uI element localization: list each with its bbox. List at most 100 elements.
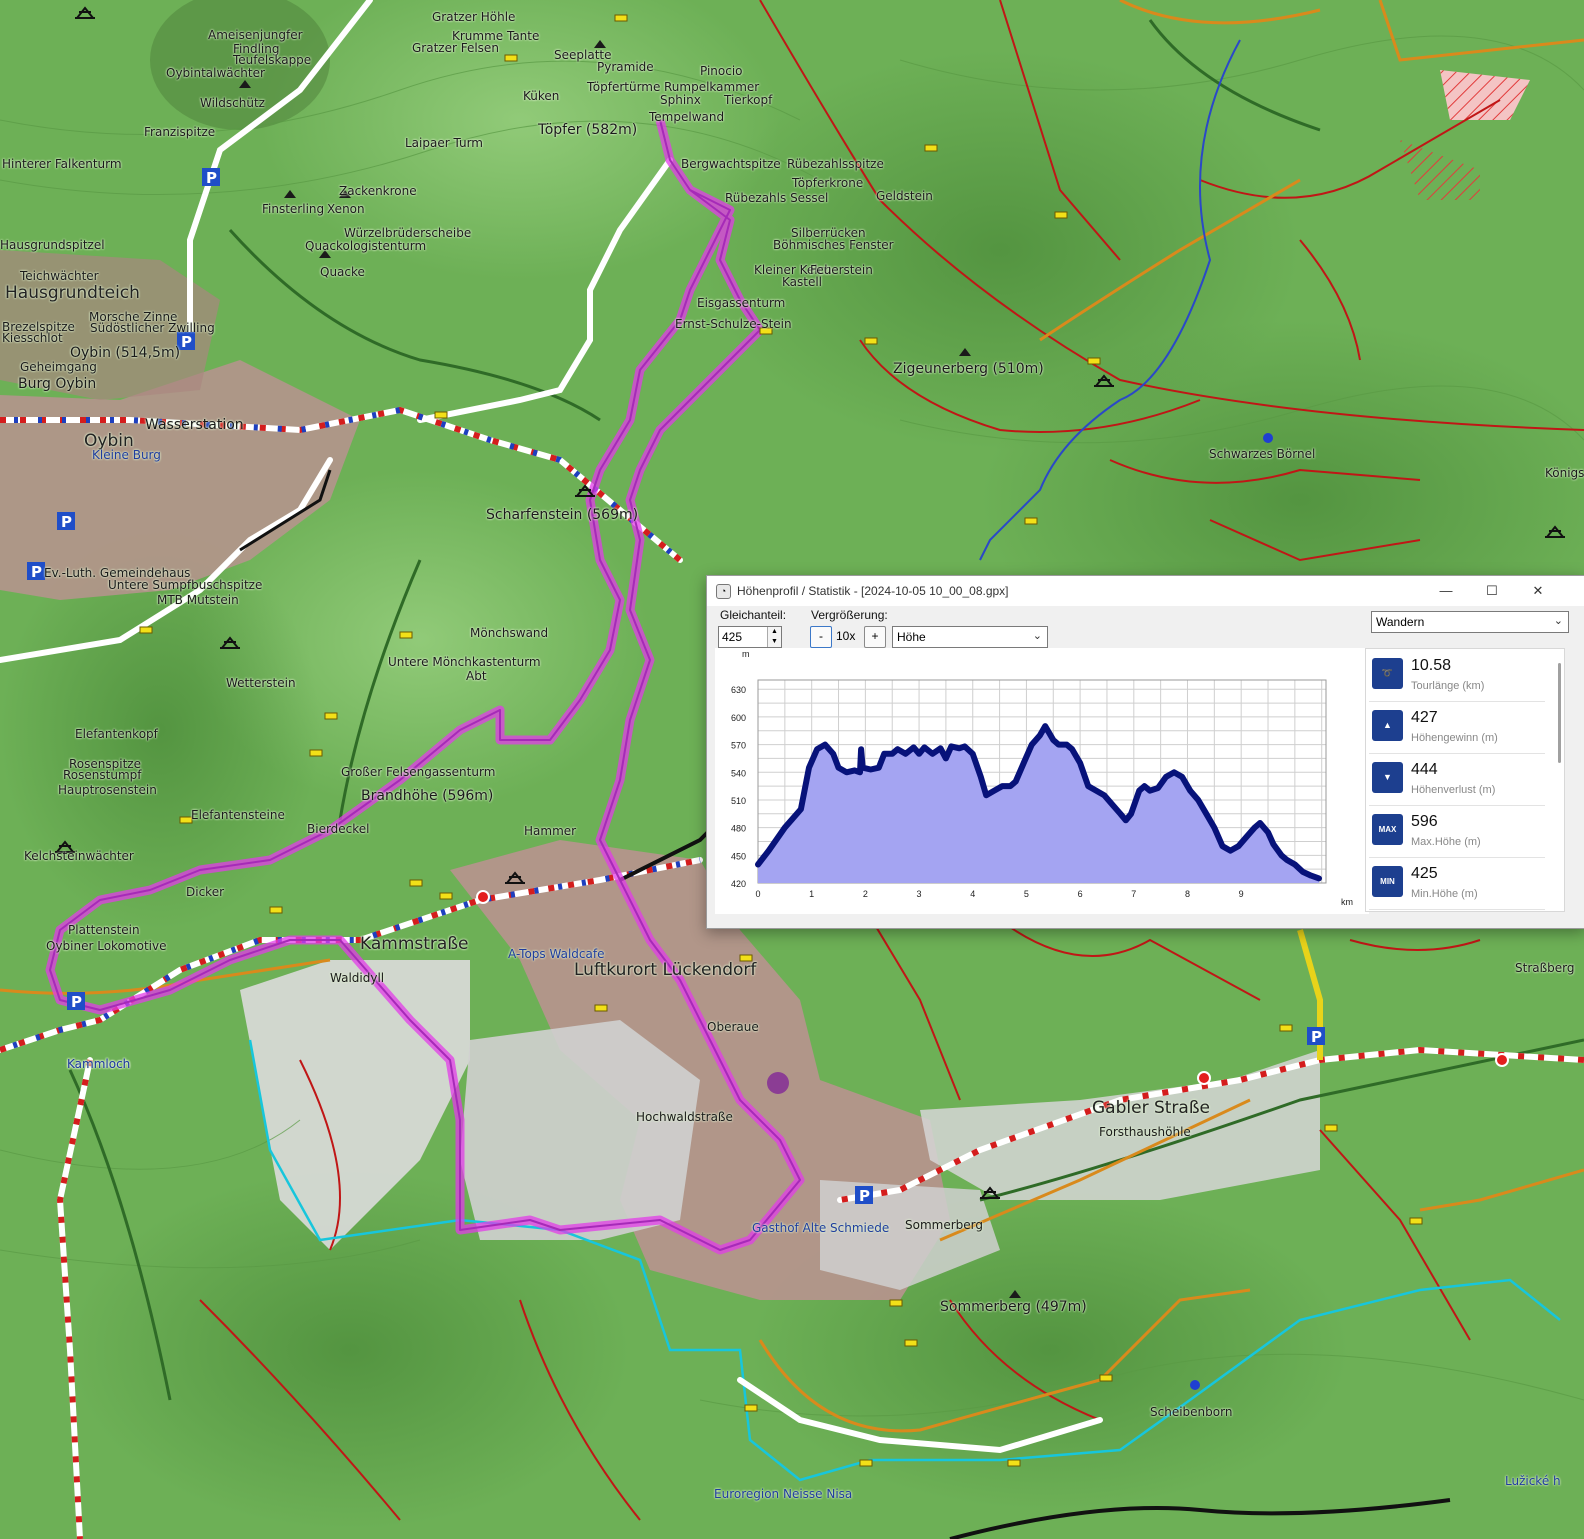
map-label: Kelchsteinwächter [24,849,134,863]
stat-value: 444 [1411,761,1438,778]
map-label: Quackologistenturm [305,239,427,253]
map-label: Scheibenborn [1150,1405,1233,1419]
map-label: Oberaue [707,1020,759,1034]
map-label: Königs [1545,466,1584,480]
map-label: Gabler Straße [1092,1098,1210,1118]
map-label: Elefantensteine [191,808,285,822]
map-label: Untere Mönchkastenturm [388,655,541,669]
x-tick-label: 2 [863,889,868,899]
y-tick-label: 540 [731,768,746,778]
stat-row: MIN 425 Min.Höhe (m) [1369,861,1545,910]
elevation-profile-window: ◔ Höhenprofil / Statistik - [2024-10-05 … [706,575,1584,929]
svg-text:P: P [206,169,217,187]
stat-row: ▲ 427 Höhengewinn (m) [1369,705,1545,754]
map-label: Ernst-Schulze-Stein [675,317,792,331]
map-label: Hochwaldstraße [636,1110,733,1124]
close-button[interactable]: ✕ [1515,576,1561,606]
chevron-down-icon: ⌄ [1553,615,1563,627]
spin-arrows-icon[interactable]: ▲ ▼ [767,627,781,647]
map-label: Waldidyll [330,971,385,985]
map-label: Kiesschlot [2,331,63,345]
stat-badge: MIN [1380,877,1395,886]
y-tick-label: 570 [731,741,746,751]
y-tick-label: 420 [731,879,746,889]
min-icon: MIN [1372,866,1403,897]
map-label: Laipaer Turm [405,136,483,150]
svg-text:P: P [61,513,72,531]
map-label: Bergwachtspitze [681,157,781,171]
map-label: Hinterer Falkenturm [2,157,122,171]
map-label: Zigeunerberg (510m) [893,361,1044,377]
map-label: Untere Sumpfbuschspitze [108,578,263,592]
map-label: Tierkopf [724,93,773,107]
map-label: Scharfenstein (569m) [486,507,639,523]
map-label: Brandhöhe (596m) [361,788,494,804]
x-tick-label: 1 [809,889,814,899]
stat-row: MAX 596 Max.Höhe (m) [1369,809,1545,858]
map-label: Gratzer Felsen [412,41,499,55]
map-label: Rübezahls Sessel [725,191,829,205]
zoom-out-button[interactable]: - [810,626,832,648]
stat-value: 427 [1411,709,1438,726]
activity-select[interactable]: Wandern ⌄ [1371,611,1569,633]
offset-spinbox[interactable]: 425 ▲ ▼ [718,626,782,648]
stat-row: ➰ 10.58 Tourlänge (km) [1369,653,1545,702]
elevation-chart-svg: 420 450 480 510 540 570 600 630 0 1 2 3 4 5 6 7 8 9 m km [731,649,1353,907]
map-label: Xenon [327,202,365,216]
y-tick-label: 600 [731,713,746,723]
map-label: Plattenstein [68,923,140,937]
x-tick-label: 0 [755,889,760,899]
map-label: Töpfer (582m) [538,122,638,138]
zoom-in-button[interactable]: + [864,626,886,648]
map-label: Lužické h [1505,1474,1561,1488]
x-tick-label: 3 [917,889,922,899]
map-label: Kastell [782,275,823,289]
x-tick-label: 8 [1185,889,1190,899]
map-label: Hausgrundspitzel [0,238,105,252]
map-label: Geldstein [876,189,933,203]
map-label: Luftkurort Lückendorf [574,960,757,980]
map-label: Zackenkrone [339,184,417,198]
map-label: Oybintalwächter [166,66,265,80]
stats-scrollbar[interactable] [1558,663,1561,763]
map-label: Südöstlicher Zwilling [90,321,215,335]
map-label: Teichwächter [20,269,99,283]
map-label: Hammer [524,824,577,838]
minimize-button[interactable]: — [1423,576,1469,606]
map-label: Sphinx [660,93,701,107]
map-label: Rosenstumpf [63,768,142,782]
y-tick-label: 510 [731,796,746,806]
mode-select[interactable]: Höhe ⌄ [892,626,1048,648]
stat-label: Höhengewinn (m) [1411,732,1498,744]
map-label: Wildschütz [200,96,265,110]
offset-value[interactable]: 425 [722,630,742,644]
stat-value: 425 [1411,865,1438,882]
y-tick-label: 480 [731,824,746,834]
stat-label: Max.Höhe (m) [1411,836,1481,848]
map-label: Rübezahlsspitze [787,157,884,171]
chevron-down-icon: ⌄ [1032,630,1042,642]
mode-select-value: Höhe [897,630,926,644]
map-label: Burg Oybin [18,376,97,392]
maximize-button[interactable]: ☐ [1469,576,1515,606]
map-label: Töpfertürme [587,80,661,94]
elevation-area [758,726,1319,883]
map-label: Pyramide [597,60,654,74]
elevation-chart[interactable]: 420 450 480 510 540 570 600 630 0 1 2 3 4 5 6 7 8 9 m km [715,648,1369,914]
x-tick-label: 6 [1078,889,1083,899]
map-label: Oybin (514,5m) [70,345,181,361]
map-label: Ameisenjungfer [208,28,303,42]
x-axis-label: km [1341,897,1353,907]
title-bar[interactable]: ◔ Höhenprofil / Statistik - [2024-10-05 … [707,576,1584,606]
window-title: Höhenprofil / Statistik - [2024-10-05 10… [737,584,1009,598]
map-label: Gasthof Alte Schmiede [752,1221,890,1235]
stat-label: Min.Höhe (m) [1411,888,1478,900]
statistics-list[interactable]: ➰ 10.58 Tourlänge (km) ▲ 427 Höhengewinn (m) ▼… [1365,648,1565,912]
map-label: Kleine Burg [92,448,161,462]
map-label: Töpferkrone [792,176,864,190]
app-icon: ◔ [716,584,731,599]
stat-badge: MAX [1378,825,1397,834]
zoom-level: 10x [836,629,856,643]
map-label: Eisgassenturm [697,296,786,310]
stat-value: 596 [1411,813,1438,830]
